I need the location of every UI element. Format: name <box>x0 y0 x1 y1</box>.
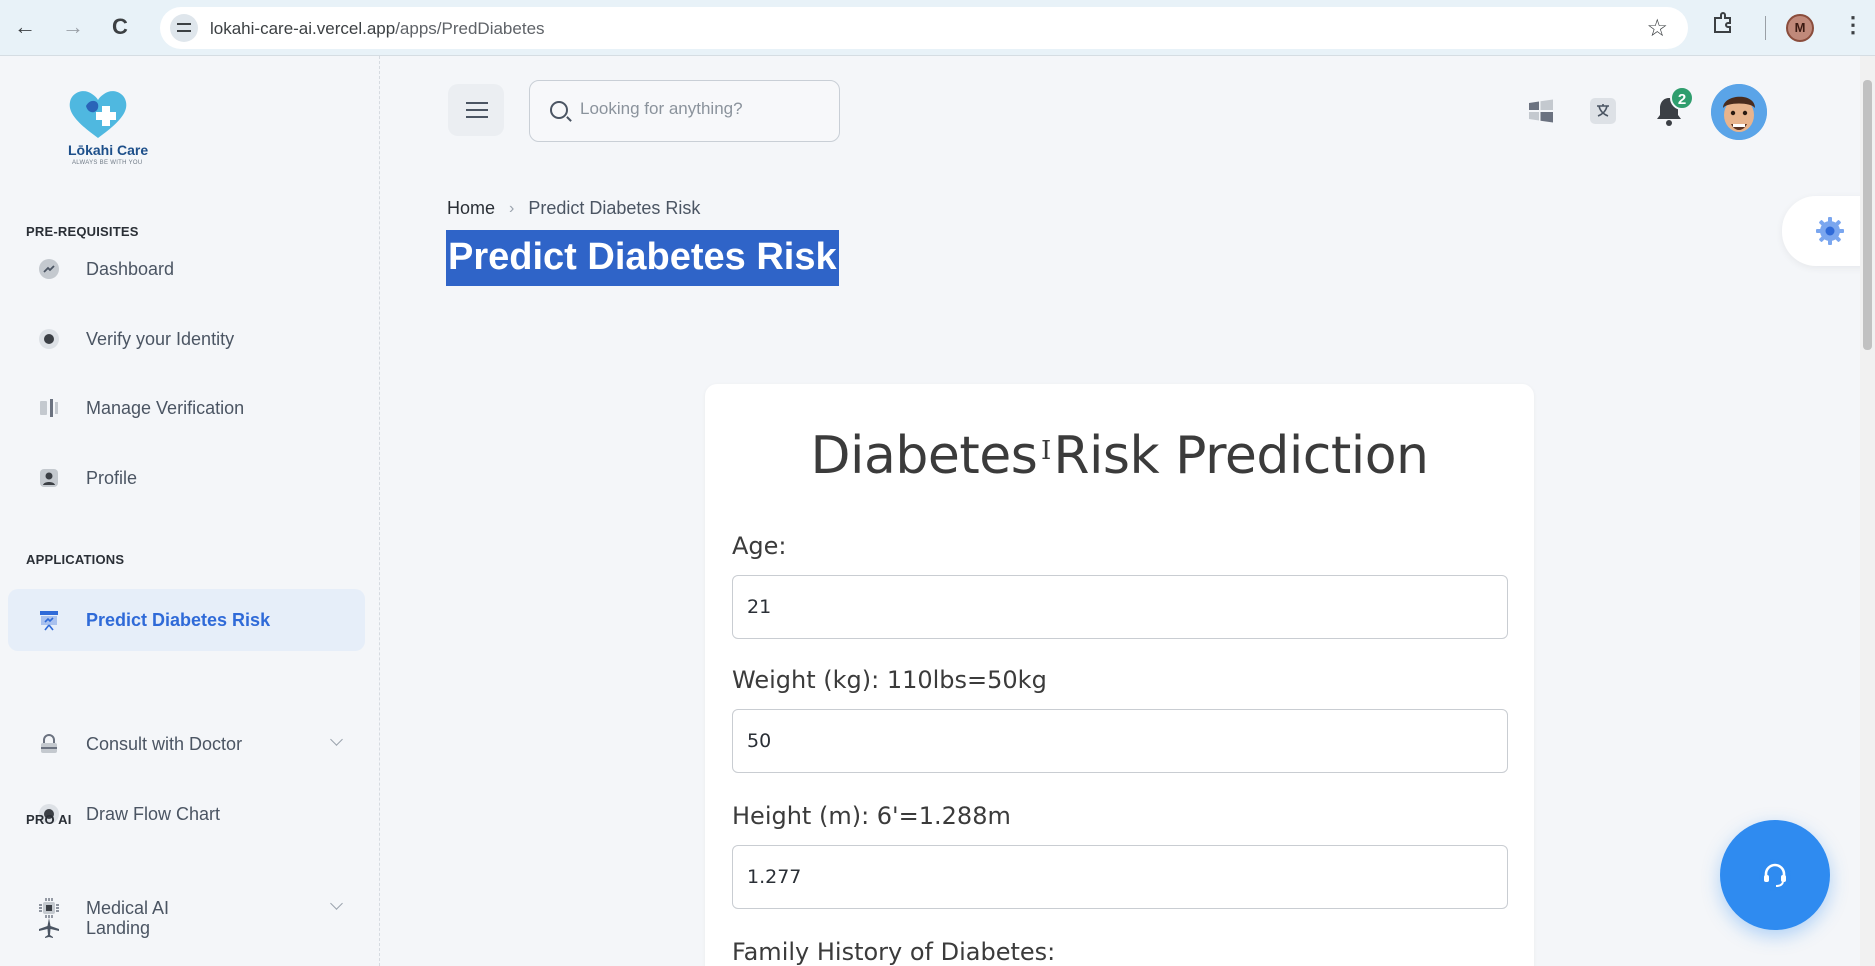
hamburger-menu-button[interactable] <box>448 84 504 136</box>
search-input[interactable] <box>580 99 820 119</box>
sidebar-item-manage-verification[interactable]: Manage Verification <box>8 377 365 439</box>
lock-icon <box>36 731 62 757</box>
translate-icon[interactable] <box>1588 96 1618 126</box>
search-box[interactable] <box>529 80 840 142</box>
diabetes-form-card: Diabetes Risk Prediction Age: Weight (kg… <box>705 384 1534 966</box>
profile-avatar[interactable]: M <box>1786 14 1814 42</box>
memoji-avatar-icon <box>1711 84 1767 140</box>
text-cursor-icon: I <box>1041 436 1052 466</box>
height-label: Height (m): 6'=1.288m <box>732 802 1011 830</box>
panel-icon <box>36 395 62 421</box>
extensions-icon[interactable] <box>1710 10 1736 43</box>
gear-icon <box>1816 217 1844 245</box>
section-prerequisites: PRE-REQUISITES <box>26 224 139 239</box>
notification-badge: 2 <box>1670 86 1694 110</box>
chevron-down-icon[interactable] <box>330 733 343 746</box>
sidebar-item-label: Manage Verification <box>86 397 245 418</box>
sidebar-item-profile[interactable]: Profile <box>8 447 365 509</box>
brand-tagline: ALWAYS BE WITH YOU <box>72 160 143 166</box>
weight-input[interactable] <box>732 709 1508 773</box>
sidebar-item-label: Verify your Identity <box>86 328 235 349</box>
sidebar-item-verify-identity[interactable]: Verify your Identity <box>8 308 365 370</box>
address-url[interactable]: lokahi-care-ai.vercel.app/apps/PredDiabe… <box>210 19 545 39</box>
scrollbar-thumb[interactable] <box>1863 80 1872 350</box>
forward-icon[interactable]: → <box>62 14 84 40</box>
site-info-icon[interactable] <box>170 14 198 42</box>
age-input[interactable] <box>732 575 1508 639</box>
page-title: Predict Diabetes Risk <box>446 230 839 286</box>
form-title: Diabetes Risk Prediction <box>810 426 1430 486</box>
height-input[interactable] <box>732 845 1508 909</box>
plane-icon <box>36 915 62 941</box>
sidebar-item-consult-doctor[interactable]: Consult with Doctor <box>8 713 365 775</box>
brand-name: Lōkahi Care <box>68 142 149 158</box>
presentation-icon <box>36 607 62 633</box>
sidebar-item-dashboard[interactable]: Dashboard <box>8 238 365 300</box>
sidebar-item-label: Predict Diabetes Risk <box>86 609 271 630</box>
breadcrumb: Home › Predict Diabetes Risk <box>447 198 700 219</box>
section-pro-ai: PRO AI <box>26 812 72 827</box>
sidebar-item-label: Profile <box>86 467 138 488</box>
hamburger-line <box>466 116 488 118</box>
section-applications: APPLICATIONS <box>26 552 125 567</box>
reload-icon[interactable]: C <box>112 14 128 40</box>
age-label: Age: <box>732 532 787 560</box>
windows-icon[interactable] <box>1526 96 1556 126</box>
address-bar[interactable]: lokahi-care-ai.vercel.app/apps/PredDiabe… <box>160 7 1688 49</box>
hamburger-line <box>466 109 488 111</box>
breadcrumb-separator-icon: › <box>509 199 515 217</box>
headset-icon <box>1759 859 1791 891</box>
breadcrumb-current: Predict Diabetes Risk <box>528 198 701 218</box>
back-icon[interactable]: ← <box>14 14 36 40</box>
search-icon <box>550 101 568 119</box>
family-history-label: Family History of Diabetes: <box>732 938 1056 966</box>
radio-icon <box>36 326 62 352</box>
sidebar-item-label: Dashboard <box>86 258 175 279</box>
hamburger-icon <box>466 102 488 104</box>
chart-icon <box>36 256 62 282</box>
sidebar: Lōkahi Care ALWAYS BE WITH YOU PRE-REQUI… <box>0 56 380 966</box>
sidebar-item-label: Draw Flow Chart <box>86 803 221 824</box>
toolbar-divider <box>1765 16 1766 40</box>
browser-toolbar: ← → C lokahi-care-ai.vercel.app/apps/Pre… <box>0 0 1875 56</box>
sidebar-item-predict-diabetes[interactable]: Predict Diabetes Risk <box>8 589 365 651</box>
breadcrumb-home-link[interactable]: Home <box>447 198 495 219</box>
sidebar-item-landing[interactable]: Landing <box>8 897 365 959</box>
browser-menu-icon[interactable]: ⋮ <box>1842 12 1864 38</box>
support-chat-button[interactable] <box>1720 820 1830 930</box>
heart-logo-icon <box>69 91 127 138</box>
sidebar-item-label: Consult with Doctor <box>86 733 243 754</box>
sidebar-item-label: Landing <box>86 917 151 938</box>
bookmark-star-icon[interactable]: ☆ <box>1646 14 1668 43</box>
weight-label: Weight (kg): 110lbs=50kg <box>732 666 1047 694</box>
brand-logo[interactable]: Lōkahi Care ALWAYS BE WITH YOU <box>58 86 148 176</box>
user-avatar[interactable] <box>1711 84 1767 140</box>
user-icon <box>36 465 62 491</box>
